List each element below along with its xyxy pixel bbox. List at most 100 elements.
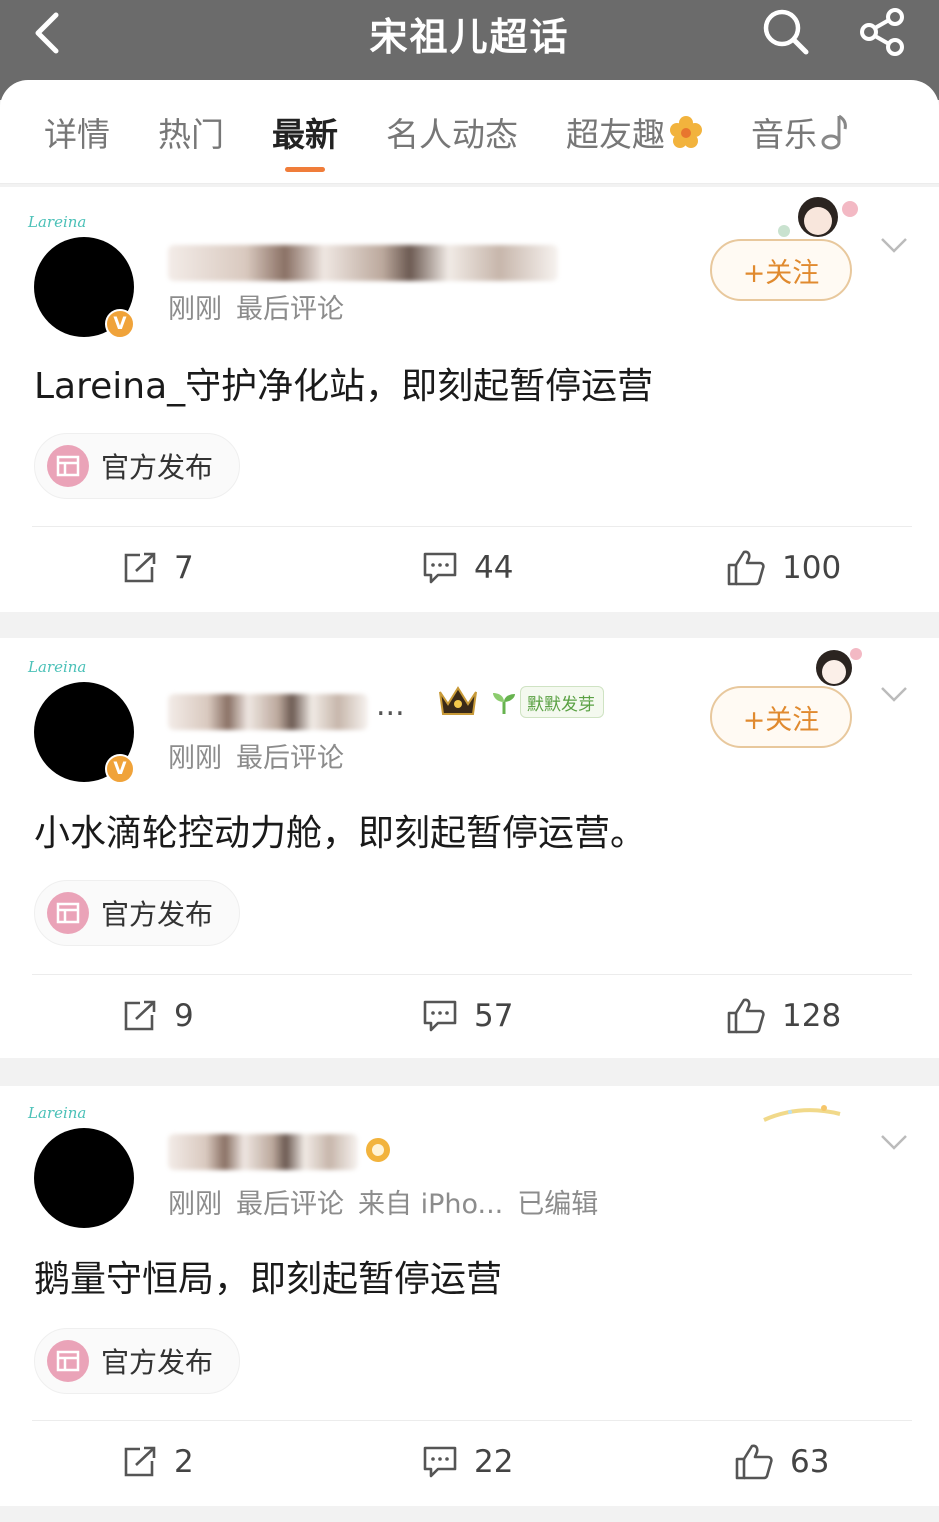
comment-button[interactable]: 44 (422, 528, 513, 608)
medal-icon (362, 1132, 394, 1168)
like-count: 63 (790, 1444, 830, 1480)
follow-button[interactable]: +关注 (710, 686, 852, 748)
official-icon (47, 892, 89, 934)
tab-fan-fun[interactable]: 超友趣 (542, 80, 727, 184)
tab-hot[interactable]: 热门 (134, 80, 248, 184)
post-text: 鹅量守恒局，即刻起暂停运营 (34, 1259, 503, 1300)
divider (32, 974, 912, 975)
like-count: 100 (782, 550, 842, 586)
official-release-tag[interactable]: 官方发布 (34, 1328, 241, 1394)
avatar[interactable]: Lareina V (28, 213, 148, 339)
username-blurred[interactable] (168, 245, 558, 281)
repost-count: 7 (174, 550, 194, 586)
search-button[interactable] (758, 4, 814, 60)
comment-button[interactable]: 57 (422, 976, 513, 1056)
thumbs-up-icon (735, 1444, 773, 1480)
sparkle-ribbon-icon (760, 1100, 844, 1134)
action-bar: 7 44 100 (0, 528, 939, 608)
repost-button[interactable]: 9 (122, 976, 194, 1056)
official-icon (47, 1340, 89, 1382)
comment-icon (423, 552, 457, 584)
username-blurred[interactable] (168, 694, 368, 730)
comment-icon (423, 1446, 457, 1478)
last-comment-text: 最后评论 (236, 294, 344, 325)
search-icon (763, 9, 809, 55)
verified-icon: V (105, 754, 135, 784)
tab-label: 热门 (158, 114, 224, 154)
avatar-image (34, 1128, 134, 1228)
repost-count: 9 (174, 998, 194, 1034)
post-text: 小水滴轮控动力舱，即刻起暂停运营。 (34, 813, 647, 854)
flower-icon (669, 115, 703, 149)
last-comment-text: 最后评论 (236, 743, 344, 774)
like-button[interactable]: 128 (726, 976, 841, 1056)
comment-count: 57 (474, 998, 514, 1034)
share-button[interactable] (854, 4, 910, 60)
follow-button[interactable]: +关注 (710, 239, 852, 301)
like-count: 128 (782, 998, 842, 1034)
username-blurred[interactable] (168, 1134, 358, 1170)
avatar-frame-text: Lareina (28, 1104, 87, 1122)
post-card[interactable]: Lareina V ... 默默发芽 刚刚 最后评论 +关注 小水滴轮控动力舱，即… (0, 638, 939, 1058)
comment-button[interactable]: 22 (422, 1422, 513, 1502)
official-release-tag[interactable]: 官方发布 (34, 880, 241, 946)
repost-icon (124, 1446, 156, 1477)
repost-button[interactable]: 2 (122, 1422, 194, 1502)
comment-count: 44 (474, 550, 514, 586)
tab-celebrity-news[interactable]: 名人动态 (362, 80, 542, 184)
time-text: 刚刚 (168, 743, 222, 774)
divider (32, 526, 912, 527)
chevron-down-icon[interactable] (878, 229, 910, 261)
tab-label: 超友趣 (566, 114, 665, 154)
comment-icon (423, 1000, 457, 1032)
official-label: 官方发布 (101, 898, 214, 931)
official-release-tag[interactable]: 官方发布 (34, 433, 241, 499)
share-icon (860, 8, 904, 56)
tab-label: 最新 (272, 114, 338, 154)
tab-label: 名人动态 (386, 114, 518, 154)
post-meta: 刚刚 最后评论 (168, 736, 358, 775)
tab-music[interactable]: 音乐 (727, 80, 873, 184)
repost-icon (124, 552, 156, 583)
avatar-frame-text: Lareina (28, 658, 87, 676)
official-icon (47, 445, 89, 487)
action-bar: 2 22 63 (0, 1422, 939, 1502)
official-label: 官方发布 (101, 1346, 214, 1379)
fan-level-badge: 默默发芽 (520, 686, 604, 718)
tab-latest[interactable]: 最新 (248, 80, 362, 184)
official-label: 官方发布 (101, 451, 214, 484)
post-text: Lareina_守护净化站，即刻起暂停运营 (34, 366, 654, 407)
repost-count: 2 (174, 1444, 194, 1480)
comment-count: 22 (474, 1444, 514, 1480)
repost-button[interactable]: 7 (122, 528, 194, 608)
music-note-icon (821, 113, 849, 151)
time-text: 刚刚 (168, 294, 222, 325)
chevron-down-icon[interactable] (878, 1126, 910, 1158)
tab-details[interactable]: 详情 (20, 80, 134, 184)
tab-bar: 详情 热门 最新 名人动态 超友趣 音乐 (0, 80, 939, 184)
edited-text: 已编辑 (517, 1189, 599, 1220)
post-card[interactable]: Lareina 刚刚 最后评论 来自 iPho... 已编辑 鹅量守恒局，即刻起暂停运… (0, 1086, 939, 1506)
time-text: 刚刚 (168, 1189, 222, 1220)
verified-icon: V (105, 309, 135, 339)
tab-label: 详情 (44, 114, 110, 154)
like-button[interactable]: 100 (726, 528, 841, 608)
like-button[interactable]: 63 (734, 1422, 829, 1502)
sprout-icon (490, 690, 518, 720)
tab-label: 音乐 (751, 114, 817, 154)
avatar[interactable]: Lareina (28, 1104, 148, 1228)
action-bar: 9 57 128 (0, 976, 939, 1056)
source-text: 来自 iPho... (358, 1189, 504, 1220)
avatar-frame-text: Lareina (28, 213, 87, 231)
last-comment-text: 最后评论 (236, 1189, 344, 1220)
chevron-down-icon[interactable] (878, 678, 910, 710)
thumbs-up-icon (727, 550, 765, 586)
post-meta: 刚刚 最后评论 来自 iPho... 已编辑 (168, 1182, 612, 1221)
thumbs-up-icon (727, 998, 765, 1034)
avatar[interactable]: Lareina V (28, 658, 148, 784)
post-card[interactable]: Lareina V 刚刚 最后评论 +关注 Lareina_守护净化站，即刻起暂停… (0, 187, 939, 612)
divider (32, 1420, 912, 1421)
repost-icon (124, 1000, 156, 1031)
username-ellipsis: ... (376, 688, 405, 723)
crown-icon (436, 684, 480, 724)
